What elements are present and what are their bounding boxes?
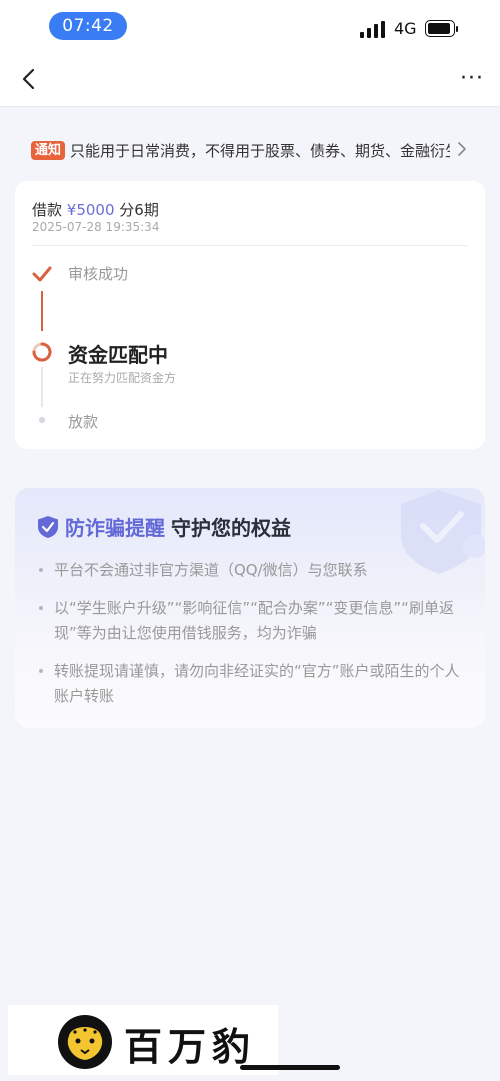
more-button[interactable]: ···	[460, 68, 486, 90]
status-bar: 07:42 4G	[0, 0, 500, 52]
nav-bar: ···	[0, 52, 500, 107]
anti-fraud-card: 防诈骗提醒 守护您的权益 平台不会通过非官方渠道（QQ/微信）与您联系 以“学生账…	[15, 488, 485, 728]
network-label: 4G	[394, 19, 417, 38]
loan-amount: ¥5000	[66, 201, 115, 219]
loan-installments: 分6期	[119, 201, 159, 219]
step-connector	[41, 291, 43, 331]
step-label-approved: 审核成功	[68, 265, 129, 283]
anti-fraud-title-rest: 守护您的权益	[171, 516, 291, 540]
loan-summary: 借款 ¥5000 分6期	[32, 199, 159, 220]
loan-timestamp: 2025-07-28 19:35:34	[32, 220, 160, 234]
dot-icon	[39, 417, 45, 423]
notice-badge: 通知	[31, 141, 66, 160]
battery-icon	[425, 20, 459, 38]
step-connector	[41, 367, 43, 407]
anti-fraud-title-highlight: 防诈骗提醒	[65, 516, 165, 540]
shield-icon	[38, 516, 58, 538]
loan-label: 借款	[32, 201, 63, 219]
step-label-disburse: 放款	[68, 413, 99, 431]
chevron-left-icon	[22, 68, 35, 90]
watermark-text: 百万豹	[124, 1024, 257, 1069]
loading-icon	[32, 342, 52, 362]
notice-bar[interactable]: 通知 只能用于日常消费，不得用于股票、债券、期货、金融衍生品	[14, 124, 486, 176]
step-label-matching: 资金匹配中	[68, 343, 168, 367]
divider	[32, 245, 468, 246]
loan-status-card: 借款 ¥5000 分6期 2025-07-28 19:35:34 审核成功 资金…	[15, 181, 485, 449]
back-button[interactable]	[16, 64, 44, 94]
status-time: 07:42	[49, 12, 127, 40]
notice-text: 只能用于日常消费，不得用于股票、债券、期货、金融衍生品	[70, 142, 450, 160]
anti-fraud-item: 以“学生账户升级”“影响征信”“配合办案”“变更信息”“刷单返现”等为由让您使用…	[39, 596, 465, 646]
step-sub-matching: 正在努力匹配资金方	[68, 371, 177, 385]
leopard-logo-icon	[58, 1015, 112, 1069]
more-dots-icon: ···	[460, 66, 484, 91]
chevron-right-icon	[458, 142, 466, 156]
anti-fraud-title: 防诈骗提醒 守护您的权益	[37, 512, 291, 541]
signal-icon	[360, 21, 386, 38]
anti-fraud-item: 转账提现请谨慎，请勿向非经证实的“官方”账户或陌生的个人账户转账	[39, 659, 465, 709]
check-icon	[32, 266, 52, 282]
anti-fraud-item: 平台不会通过非官方渠道（QQ/微信）与您联系	[39, 558, 465, 583]
home-indicator[interactable]	[240, 1065, 340, 1070]
